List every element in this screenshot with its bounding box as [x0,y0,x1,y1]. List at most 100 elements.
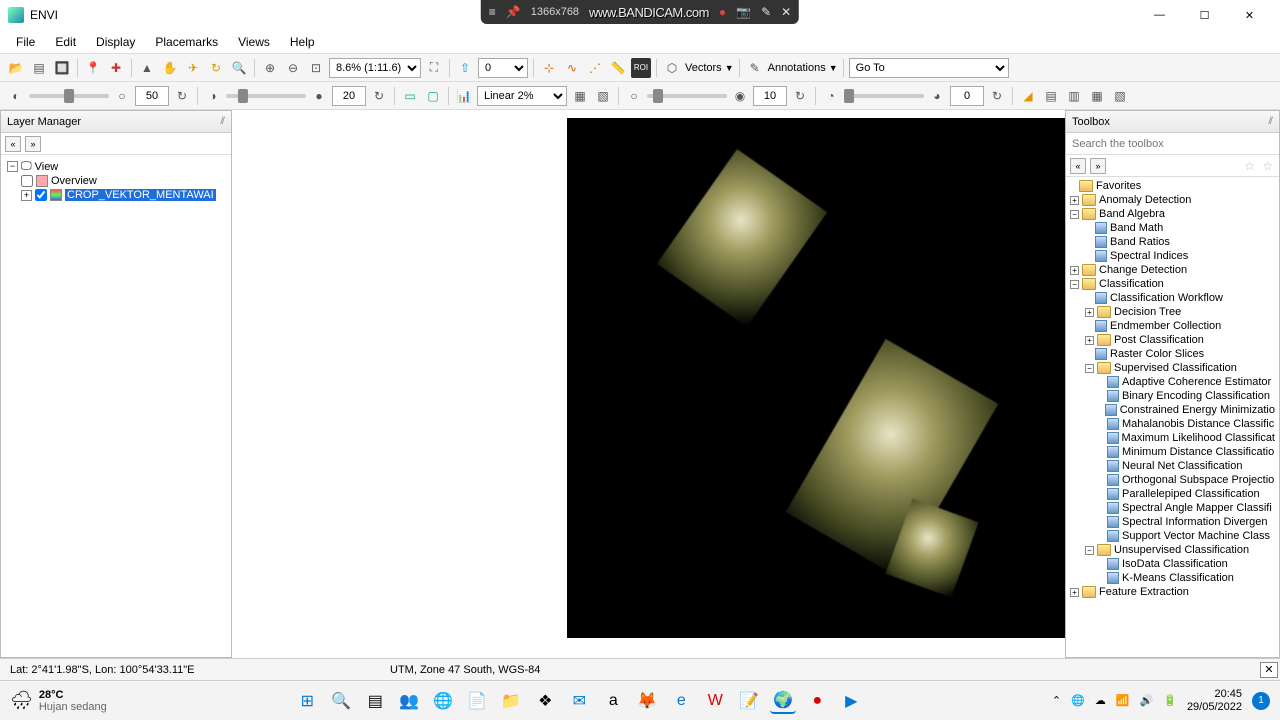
tb-anomaly[interactable]: Anomaly Detection [1099,194,1191,206]
tb-endmember[interactable]: Endmember Collection [1110,320,1221,332]
tb-band-algebra[interactable]: Band Algebra [1099,208,1165,220]
tray-lang-icon[interactable]: 🌐 [1071,694,1085,707]
tb-mahal[interactable]: Mahalanobis Distance Classific [1122,418,1274,430]
tb-collapse[interactable]: « [1070,158,1086,174]
tray-chevron-icon[interactable]: ⌃ [1052,694,1061,707]
menu-file[interactable]: File [6,32,45,52]
transparency-slider[interactable] [844,94,924,98]
taskview-button[interactable]: ▤ [362,688,388,714]
tb-mindist[interactable]: Minimum Distance Classificatio [1122,446,1274,458]
refresh-icon[interactable]: ↻ [172,86,192,106]
pin-icon[interactable]: 📍 [83,58,103,78]
vectors-dropdown-icon[interactable]: ⬡ [662,58,682,78]
overview-check[interactable] [21,175,33,187]
layer-tree[interactable]: −🖵 View Overview + CROP_VEKTOR_MENTAWAI [1,155,231,657]
portal-icon[interactable]: ◢ [1018,86,1038,106]
contrast-value[interactable]: 20 [332,86,366,106]
flicker-icon[interactable]: ▥ [1064,86,1084,106]
tray-onedrive-icon[interactable]: ☁ [1095,694,1106,707]
search-button[interactable]: 🔍 [328,688,354,714]
exp-anomaly[interactable]: + [1070,196,1079,205]
tree-overview[interactable]: Overview [51,175,97,187]
brightness-slider[interactable] [29,94,109,98]
sharpen-value[interactable]: 10 [753,86,787,106]
tb-svm[interactable]: Support Vector Machine Class [1122,530,1270,542]
menu-help[interactable]: Help [280,32,325,52]
tb-expand[interactable]: » [1090,158,1106,174]
vectors-label[interactable]: Vectors [685,62,722,74]
tb-spectral-indices[interactable]: Spectral Indices [1110,250,1188,262]
tb-orthosub[interactable]: Orthogonal Subspace Projectio [1122,474,1274,486]
zoomout-icon[interactable]: ⊖ [283,58,303,78]
media-icon[interactable]: ▶ [838,688,864,714]
tb-change-detection[interactable]: Change Detection [1099,264,1187,276]
tray-volume-icon[interactable]: 🔊 [1140,694,1154,707]
measure-icon[interactable]: 📏 [608,58,628,78]
menu-display[interactable]: Display [86,32,145,52]
tb-band-math[interactable]: Band Math [1110,222,1163,234]
zoomext-icon[interactable]: ⛶ [424,58,444,78]
tree-view[interactable]: View [35,161,59,173]
pan-icon[interactable]: ✋ [160,58,180,78]
cursor-val-icon[interactable]: ⊹ [539,58,559,78]
goto-combo[interactable]: Go To [849,58,1009,78]
scatter-icon[interactable]: ⋰ [585,58,605,78]
menu-edit[interactable]: Edit [45,32,86,52]
annotations-dropdown-icon[interactable]: ✎ [745,58,765,78]
profile-icon[interactable]: ∿ [562,58,582,78]
office-icon[interactable]: 📄 [464,688,490,714]
minimize-button[interactable]: — [1137,0,1182,30]
tb-post-class[interactable]: Post Classification [1114,334,1204,346]
notifications-icon[interactable]: 1 [1252,692,1270,710]
zoom-icon[interactable]: 🔍 [229,58,249,78]
tb-maxlike[interactable]: Maximum Likelihood Classificat [1122,432,1275,444]
toolbox-tree[interactable]: Favorites +Anomaly Detection −Band Algeb… [1066,177,1279,657]
exp-decision[interactable]: + [1085,308,1094,317]
refresh3-icon[interactable]: ↻ [790,86,810,106]
collapse-btn[interactable]: « [5,136,21,152]
tb-raster-slices[interactable]: Raster Color Slices [1110,348,1204,360]
tb-binary[interactable]: Binary Encoding Classification [1122,390,1270,402]
tray-wifi-icon[interactable]: 📶 [1116,694,1130,707]
refresh2-icon[interactable]: ↻ [369,86,389,106]
data-manager-icon[interactable]: ▤ [29,58,49,78]
clock[interactable]: 20:45 29/05/2022 [1187,688,1242,712]
mail-icon[interactable]: ✉ [566,688,592,714]
envi-taskbar-icon[interactable]: 🌍 [770,688,796,714]
tray-battery-icon[interactable]: 🔋 [1163,694,1177,707]
stretch-rect-icon[interactable]: ▭ [400,86,420,106]
tb-sam[interactable]: Spectral Angle Mapper Classifi [1122,502,1272,514]
stretch-apply2-icon[interactable]: ▧ [593,86,613,106]
menu-views[interactable]: Views [228,32,280,52]
panel-close-icon[interactable]: ✕ [1260,662,1278,678]
toolbox-search[interactable] [1066,133,1279,155]
exp-feature[interactable]: + [1070,588,1079,597]
dropbox-icon[interactable]: ❖ [532,688,558,714]
menu-placemarks[interactable]: Placemarks [145,32,228,52]
tb-sid[interactable]: Spectral Information Divergen [1122,516,1268,528]
edge-icon[interactable]: e [668,688,694,714]
zoomfit-icon[interactable]: ⊡ [306,58,326,78]
north-icon[interactable]: ⇧ [455,58,475,78]
tb-class-workflow[interactable]: Classification Workflow [1110,292,1223,304]
tb-favorites[interactable]: Favorites [1096,180,1141,192]
tree-expander2[interactable]: + [21,190,32,201]
record-icon[interactable]: ● [804,688,830,714]
pin-icon[interactable]: ⫽ [221,116,225,127]
teams-icon[interactable]: 👥 [396,688,422,714]
tb-classification[interactable]: Classification [1099,278,1164,290]
explorer-icon[interactable]: 📁 [498,688,524,714]
open-icon[interactable]: 📂 [6,58,26,78]
firefox-icon[interactable]: 🦊 [634,688,660,714]
layer-check[interactable] [35,189,47,201]
exp-post[interactable]: + [1085,336,1094,345]
hist-icon[interactable]: 📊 [454,86,474,106]
tb-isodata[interactable]: IsoData Classification [1122,558,1228,570]
chrome-icon[interactable]: 🌐 [430,688,456,714]
tree-layer-selected[interactable]: CROP_VEKTOR_MENTAWAI [65,189,216,201]
stretch-apply-icon[interactable]: ▦ [570,86,590,106]
amazon-icon[interactable]: a [600,688,626,714]
crosshair-icon[interactable]: ✚ [106,58,126,78]
view-icon[interactable]: ▧ [1110,86,1130,106]
close-button[interactable]: ✕ [1227,0,1272,30]
